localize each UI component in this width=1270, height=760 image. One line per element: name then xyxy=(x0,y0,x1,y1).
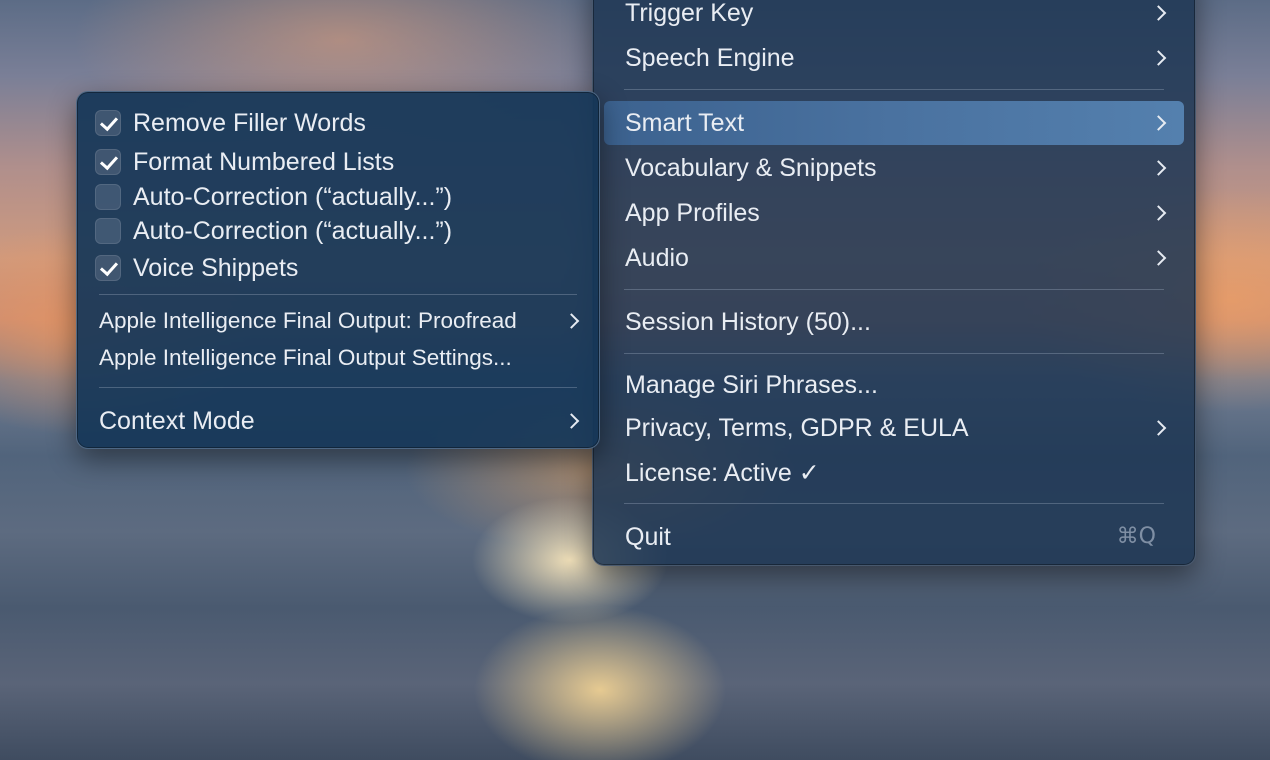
chevron-right-icon xyxy=(1150,5,1167,21)
checkbox-format-numbered-lists[interactable]: Format Numbered Lists xyxy=(95,144,581,180)
menu-item-audio[interactable]: Audio xyxy=(604,236,1184,280)
menu-item-label: Speech Engine xyxy=(625,43,795,72)
menu-separator xyxy=(624,289,1164,290)
menu-item-quit[interactable]: Quit ⌘Q xyxy=(604,515,1184,559)
chevron-right-icon xyxy=(1150,205,1167,221)
menu-item-privacy-terms[interactable]: Privacy, Terms, GDPR & EULA xyxy=(604,406,1184,450)
menu-item-vocabulary-snippets[interactable]: Vocabulary & Snippets xyxy=(604,146,1184,190)
menu-item-speech-engine[interactable]: Speech Engine xyxy=(604,36,1184,80)
menu-separator xyxy=(624,89,1164,90)
checkbox-label: Voice Shippets xyxy=(133,253,299,282)
menu-item-smart-text[interactable]: Smart Text xyxy=(604,101,1184,145)
checkbox-label: Format Numbered Lists xyxy=(133,147,395,176)
menu-item-label: Audio xyxy=(625,243,689,272)
checkbox-unchecked-icon[interactable] xyxy=(95,184,121,210)
chevron-right-icon xyxy=(1150,160,1167,176)
chevron-right-icon xyxy=(563,313,580,329)
checkbox-remove-filler-words[interactable]: Remove Filler Words xyxy=(95,105,581,141)
menu-item-label: Smart Text xyxy=(625,108,745,137)
chevron-right-icon xyxy=(1150,115,1167,131)
menu-item-label: Apple Intelligence Final Output Settings… xyxy=(99,345,512,370)
checkbox-voice-shippets[interactable]: Voice Shippets xyxy=(95,250,581,286)
checkbox-checked-icon[interactable] xyxy=(95,149,121,175)
chevron-right-icon xyxy=(1150,50,1167,66)
chevron-right-icon xyxy=(1150,420,1167,436)
smart-text-submenu: Remove Filler Words Format Numbered List… xyxy=(76,91,600,449)
menu-item-label: Quit xyxy=(625,522,671,551)
checkbox-checked-icon[interactable] xyxy=(95,110,121,136)
checkbox-unchecked-icon[interactable] xyxy=(95,218,121,244)
menu-item-label: Manage Siri Phrases... xyxy=(625,370,878,399)
menu-item-label: Privacy, Terms, GDPR & EULA xyxy=(625,413,969,442)
menu-item-label: Trigger Key xyxy=(625,0,754,27)
menu-item-app-profiles[interactable]: App Profiles xyxy=(604,191,1184,235)
checkbox-label: Auto-Correction (“actually...”) xyxy=(133,216,453,245)
menu-separator xyxy=(99,294,577,295)
checkbox-label: Remove Filler Words xyxy=(133,108,366,137)
menu-item-label: Apple Intelligence Final Output: Proofre… xyxy=(99,308,517,333)
menu-item-manage-siri-phrases[interactable]: Manage Siri Phrases... xyxy=(604,363,1184,407)
menu-item-label: Session History (50)... xyxy=(625,307,871,336)
menu-item-context-mode[interactable]: Context Mode xyxy=(99,403,581,439)
menu-item-trigger-key[interactable]: Trigger Key xyxy=(604,0,1184,35)
menu-item-ai-final-output[interactable]: Apple Intelligence Final Output: Proofre… xyxy=(99,303,581,339)
checkbox-label: Auto-Correction (“actually...”) xyxy=(133,182,453,211)
menu-item-label: License: Active ✓ xyxy=(625,458,820,487)
menu-item-label: Context Mode xyxy=(99,406,255,435)
menu-item-license-status[interactable]: License: Active ✓ xyxy=(604,451,1184,495)
menu-item-ai-output-settings[interactable]: Apple Intelligence Final Output Settings… xyxy=(99,340,581,376)
menu-separator xyxy=(624,503,1164,504)
menu-item-session-history[interactable]: Session History (50)... xyxy=(604,300,1184,344)
chevron-right-icon xyxy=(563,413,580,429)
keyboard-shortcut: ⌘Q xyxy=(1116,524,1156,549)
chevron-right-icon xyxy=(1150,250,1167,266)
menu-separator xyxy=(99,387,577,388)
menu-separator xyxy=(624,353,1164,354)
main-menu: Trigger Key Speech Engine Smart Text Voc… xyxy=(592,0,1196,566)
checkbox-checked-icon[interactable] xyxy=(95,255,121,281)
checkbox-auto-correction-duplicate[interactable]: Auto-Correction (“actually...”) xyxy=(95,213,581,249)
checkbox-auto-correction[interactable]: Auto-Correction (“actually...”) xyxy=(95,179,581,215)
menu-item-label: App Profiles xyxy=(625,198,760,227)
menu-item-label: Vocabulary & Snippets xyxy=(625,153,877,182)
